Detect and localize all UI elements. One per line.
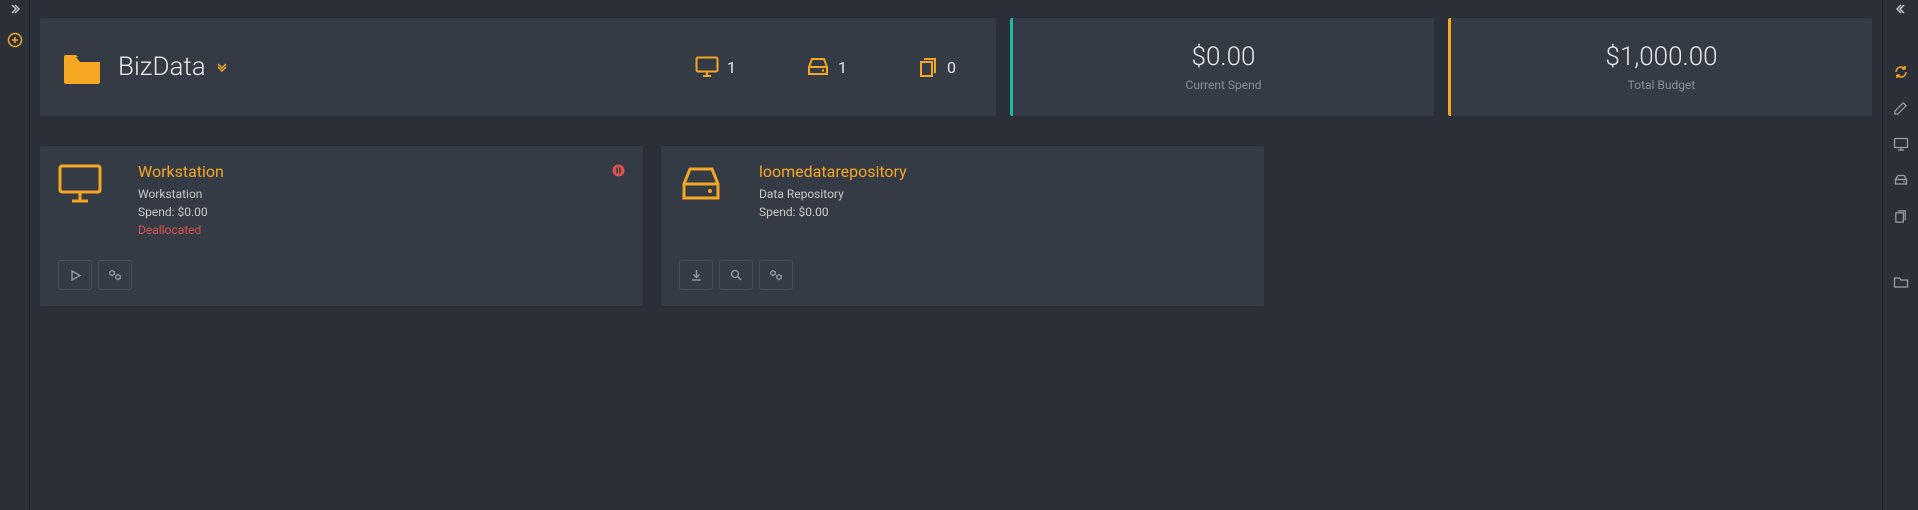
status-indicator-icon	[612, 164, 625, 177]
stat-value: 1	[727, 58, 736, 77]
drive-icon	[679, 162, 731, 221]
project-title: BizData	[118, 52, 206, 82]
stat-workstations: 1	[695, 56, 736, 78]
card-title: loomedatarepository	[759, 162, 1246, 181]
card-spend: Spend: $0.00	[759, 203, 1246, 221]
monitor-icon	[58, 162, 110, 237]
card-spend: Spend: $0.00	[138, 203, 625, 221]
summary-row: BizData 1 1 0	[40, 18, 1872, 116]
monitor-icon[interactable]	[1883, 126, 1918, 162]
monitor-icon	[695, 56, 719, 78]
folder-icon	[62, 49, 102, 85]
search-button[interactable]	[719, 260, 753, 290]
expand-project-icon[interactable]	[216, 61, 228, 73]
documents-icon[interactable]	[1883, 198, 1918, 234]
folder-tool-icon[interactable]	[1883, 264, 1918, 300]
metric-label: Current Spend	[1186, 78, 1262, 92]
card-type: Data Repository	[759, 185, 1246, 203]
settings-button[interactable]	[759, 260, 793, 290]
card-status: Deallocated	[138, 223, 625, 237]
stat-value: 1	[838, 58, 847, 77]
stat-value: 0	[947, 58, 956, 77]
current-spend-panel: $0.00 Current Spend	[1010, 18, 1434, 116]
expand-left-icon[interactable]	[10, 4, 20, 14]
edit-icon[interactable]	[1883, 90, 1918, 126]
workstation-card[interactable]: Workstation Workstation Spend: $0.00 Dea…	[40, 146, 643, 306]
refresh-icon[interactable]	[1883, 54, 1918, 90]
metric-label: Total Budget	[1628, 78, 1696, 92]
stat-other: 0	[917, 56, 956, 78]
drive-icon	[806, 56, 830, 78]
right-rail	[1882, 0, 1918, 510]
main-content: BizData 1 1 0	[30, 0, 1882, 316]
resource-cards: Workstation Workstation Spend: $0.00 Dea…	[40, 146, 1872, 306]
settings-button[interactable]	[98, 260, 132, 290]
card-title: Workstation	[138, 162, 625, 181]
repository-card[interactable]: loomedatarepository Data Repository Spen…	[661, 146, 1264, 306]
metric-value: $0.00	[1192, 42, 1256, 72]
play-button[interactable]	[58, 260, 92, 290]
left-rail	[0, 0, 30, 510]
collapse-right-icon[interactable]	[1896, 4, 1906, 14]
storage-icon[interactable]	[1883, 162, 1918, 198]
card-type: Workstation	[138, 185, 625, 203]
add-button[interactable]	[7, 32, 23, 48]
total-budget-panel: $1,000.00 Total Budget	[1448, 18, 1872, 116]
project-panel: BizData 1 1 0	[40, 18, 996, 116]
metric-value: $1,000.00	[1605, 42, 1717, 72]
download-button[interactable]	[679, 260, 713, 290]
stat-storage: 1	[806, 56, 847, 78]
documents-icon	[917, 56, 939, 78]
